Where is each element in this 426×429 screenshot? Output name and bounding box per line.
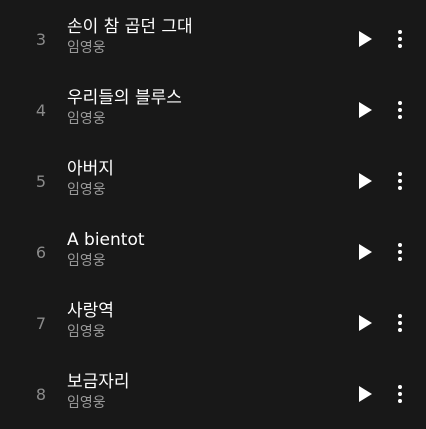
more-vertical-icon[interactable]	[390, 240, 410, 264]
play-icon[interactable]	[352, 169, 376, 193]
track-title: 사랑역	[67, 301, 114, 321]
track-number: 4	[35, 101, 47, 120]
track-artist: 임영웅	[67, 395, 106, 411]
play-icon[interactable]	[352, 27, 376, 51]
track-row[interactable]: 6 A bientot 임영웅	[0, 216, 426, 287]
track-number: 7	[35, 314, 47, 333]
track-artist: 임영웅	[67, 253, 106, 269]
more-vertical-icon[interactable]	[390, 382, 410, 406]
track-row[interactable]: 4 우리들의 블루스 임영웅	[0, 74, 426, 145]
track-artist: 임영웅	[67, 40, 106, 56]
track-title: 아버지	[67, 159, 114, 179]
track-title: 우리들의 블루스	[67, 88, 182, 108]
track-list: 3 손이 참 곱던 그대 임영웅 4 우리들의 블루스 임영웅 5 아버지 임영…	[0, 0, 426, 426]
more-vertical-icon[interactable]	[390, 98, 410, 122]
more-vertical-icon[interactable]	[390, 27, 410, 51]
track-artist: 임영웅	[67, 182, 106, 198]
track-row[interactable]: 8 보금자리 임영웅	[0, 358, 426, 429]
more-vertical-icon[interactable]	[390, 311, 410, 335]
track-row[interactable]: 7 사랑역 임영웅	[0, 287, 426, 358]
track-number: 3	[35, 30, 47, 49]
track-title: 보금자리	[67, 372, 130, 392]
track-title: 손이 참 곱던 그대	[67, 17, 193, 37]
track-artist: 임영웅	[67, 324, 106, 340]
track-title: A bientot	[67, 230, 145, 250]
track-number: 5	[35, 172, 47, 191]
play-icon[interactable]	[352, 240, 376, 264]
play-icon[interactable]	[352, 311, 376, 335]
play-icon[interactable]	[352, 98, 376, 122]
track-row[interactable]: 3 손이 참 곱던 그대 임영웅	[0, 3, 426, 74]
more-vertical-icon[interactable]	[390, 169, 410, 193]
track-artist: 임영웅	[67, 111, 106, 127]
track-number: 8	[35, 385, 47, 404]
track-row[interactable]: 5 아버지 임영웅	[0, 145, 426, 216]
play-icon[interactable]	[352, 382, 376, 406]
track-number: 6	[35, 243, 47, 262]
